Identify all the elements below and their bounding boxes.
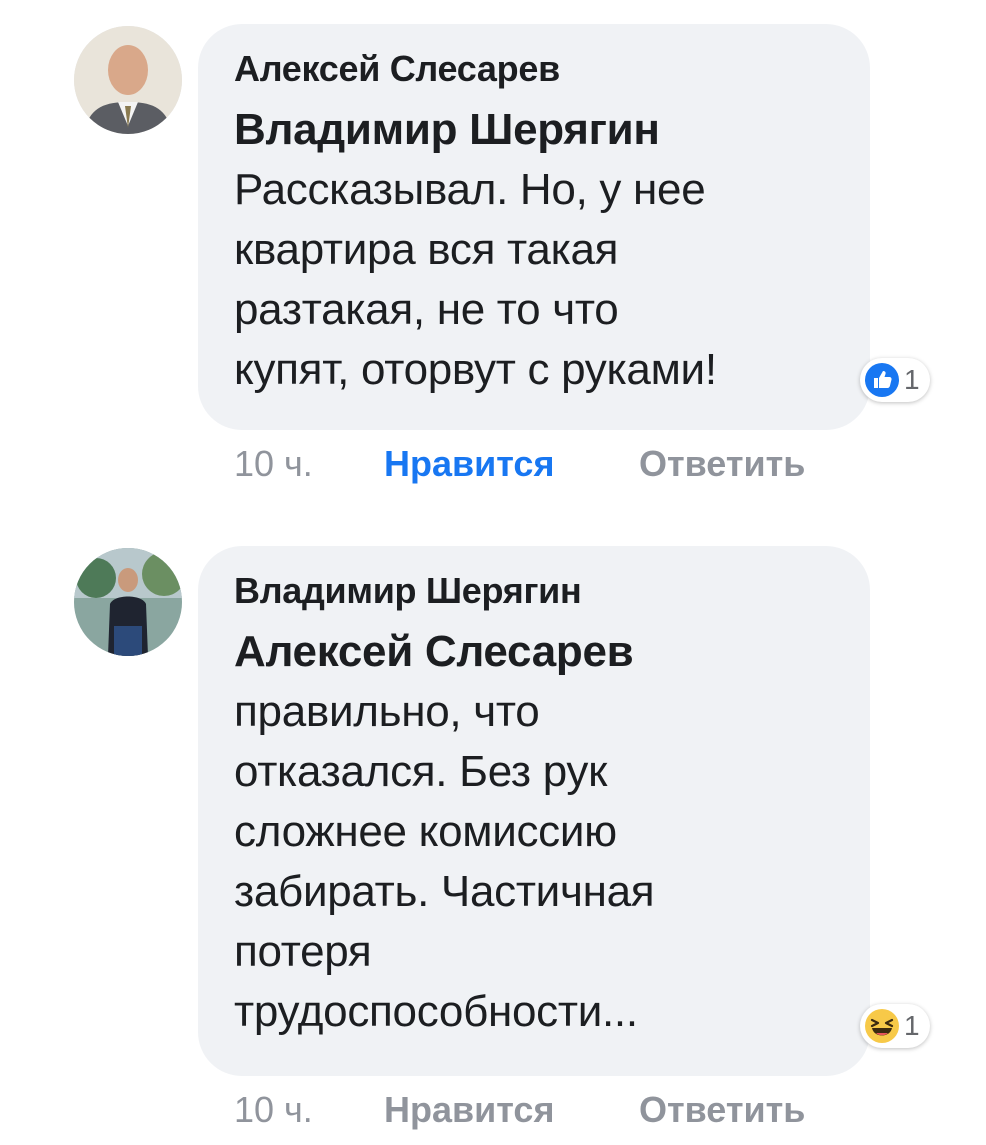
comment-author[interactable]: Владимир Шерягин xyxy=(234,568,834,614)
timestamp[interactable]: 10 ч. xyxy=(234,1088,384,1132)
comment-line: купят, оторвут с руками! xyxy=(234,345,717,394)
comment-line: Рассказывал. Но, у нее xyxy=(234,165,706,214)
comment-line: потеря xyxy=(234,927,372,976)
avatar[interactable] xyxy=(74,26,182,134)
reply-button[interactable]: Ответить xyxy=(639,442,805,486)
reaction-count: 1 xyxy=(904,364,920,395)
comment-line: квартира вся такая xyxy=(234,225,619,274)
mention-link[interactable]: Владимир Шерягин xyxy=(234,100,834,160)
like-button[interactable]: Нравится xyxy=(384,1088,639,1132)
timestamp[interactable]: 10 ч. xyxy=(234,442,384,486)
comment-author[interactable]: Алексей Слесарев xyxy=(234,46,834,92)
person-photo-icon xyxy=(74,548,182,656)
person-photo-icon xyxy=(74,26,182,134)
comment-line: разтакая, не то что xyxy=(234,285,619,334)
comment-line: отказался. Без рук xyxy=(234,747,608,796)
reply-button[interactable]: Ответить xyxy=(639,1088,805,1132)
reaction-summary[interactable]: 1 xyxy=(860,1004,930,1048)
mention-link[interactable]: Алексей Слесарев xyxy=(234,622,834,682)
comment-line: забирать. Частичная xyxy=(234,867,655,916)
comment-actions: 10 ч. Нравится Ответить xyxy=(234,1088,805,1132)
comment-text: Алексей Слесарев правильно, что отказалс… xyxy=(234,622,834,1042)
comment-line: правильно, что xyxy=(234,687,540,736)
like-button[interactable]: Нравится xyxy=(384,442,639,486)
comment-bubble: Алексей Слесарев Владимир Шерягин Расска… xyxy=(198,24,870,430)
comment-line: трудоспособности... xyxy=(234,987,638,1036)
avatar[interactable] xyxy=(74,548,182,656)
reaction-count: 1 xyxy=(904,1010,920,1041)
haha-reaction-icon xyxy=(865,1009,899,1043)
reaction-summary[interactable]: 1 xyxy=(860,358,930,402)
comment-bubble: Владимир Шерягин Алексей Слесарев правил… xyxy=(198,546,870,1076)
comment-line: сложнее комиссию xyxy=(234,807,617,856)
like-reaction-icon xyxy=(865,363,899,397)
comment-text: Владимир Шерягин Рассказывал. Но, у нее … xyxy=(234,100,834,400)
comment-actions: 10 ч. Нравится Ответить xyxy=(234,442,805,486)
